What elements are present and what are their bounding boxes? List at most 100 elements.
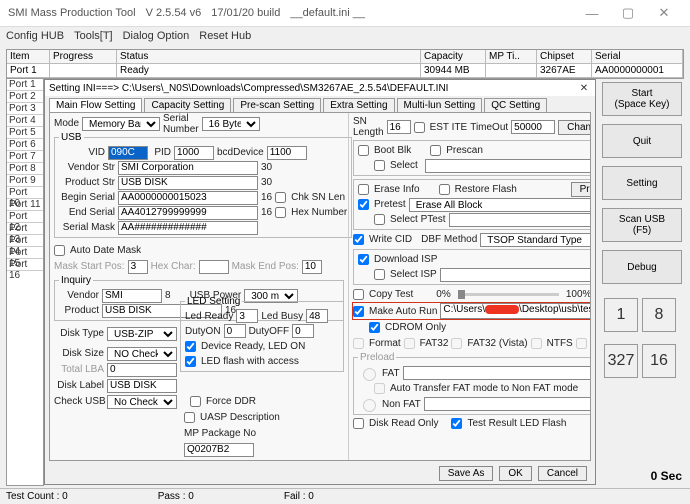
col-mptime[interactable]: MP Ti.. (486, 50, 537, 64)
mode-select[interactable]: Memory Bar (82, 117, 160, 131)
list-item[interactable]: Port 5 (7, 127, 43, 139)
scan-usb-button[interactable]: Scan USB (F5) (602, 208, 682, 242)
dbf-select[interactable]: TSOP Standard Type (480, 233, 591, 247)
tab-extra[interactable]: Extra Setting (323, 98, 394, 112)
auto-date-mask-checkbox[interactable] (54, 245, 65, 256)
timeout-field[interactable] (511, 120, 555, 134)
copy-test-slider[interactable] (458, 293, 559, 296)
select-isp-checkbox[interactable] (374, 269, 385, 280)
pid-field[interactable] (174, 146, 214, 160)
tab-main-flow[interactable]: Main Flow Setting (49, 98, 142, 112)
ok-button[interactable]: OK (499, 466, 531, 481)
write-cid-checkbox[interactable] (353, 234, 364, 245)
list-item[interactable]: Port 7 (7, 151, 43, 163)
menu-tools[interactable]: Tools[T] (74, 30, 113, 42)
menu-dialog-option[interactable]: Dialog Option (123, 30, 190, 42)
list-item[interactable]: Port 11 (7, 199, 43, 211)
uasp-checkbox[interactable] (184, 412, 195, 423)
list-item[interactable]: Port 12 (7, 211, 43, 223)
col-status[interactable]: Status (117, 50, 421, 64)
tab-prescan[interactable]: Pre-scan Setting (233, 98, 321, 112)
led-busy-field[interactable] (306, 309, 328, 323)
autorun-path-field[interactable]: C:\Users\\Desktop\usb\test.iso (440, 303, 591, 319)
autorun-checkbox[interactable] (353, 306, 364, 317)
serial-mask-field[interactable] (118, 221, 258, 235)
erase-info-checkbox[interactable] (358, 184, 369, 195)
list-item[interactable]: Port 14 (7, 235, 43, 247)
inq-vendor-field[interactable] (102, 289, 162, 303)
minimize-button[interactable]: — (574, 3, 610, 23)
end-serial-field[interactable] (118, 206, 258, 220)
cdrom-only-checkbox[interactable] (369, 322, 380, 333)
list-item[interactable]: Port 10 (7, 187, 43, 199)
col-capacity[interactable]: Capacity (421, 50, 486, 64)
est-checkbox[interactable] (414, 122, 425, 133)
led-ready-field[interactable] (236, 309, 258, 323)
cancel-button[interactable]: Cancel (538, 466, 587, 481)
col-progress[interactable]: Progress (50, 50, 117, 64)
product-str-field[interactable] (118, 176, 258, 190)
change-pw-button[interactable]: Change PW (558, 120, 591, 135)
chk-sn-len-checkbox[interactable] (275, 192, 286, 203)
tab-multilun[interactable]: Multi-lun Setting (397, 98, 483, 112)
restore-flash-checkbox[interactable] (439, 184, 450, 195)
tab-qc[interactable]: QC Setting (484, 98, 547, 112)
start-button[interactable]: Start (Space Key) (602, 82, 682, 116)
disk-label-field[interactable] (107, 379, 177, 393)
mask-end-field[interactable] (302, 260, 322, 274)
mp-pkg-field[interactable] (184, 443, 254, 457)
disk-size-select[interactable]: NO Check (107, 347, 177, 361)
select-field[interactable] (425, 159, 591, 173)
menu-config-hub[interactable]: Config HUB (6, 30, 64, 42)
bcd-field[interactable] (267, 146, 307, 160)
begin-serial-field[interactable] (118, 191, 258, 205)
mask-start-field[interactable] (128, 260, 148, 274)
check-usb-select[interactable]: No Check (107, 395, 177, 409)
pretest-opt-button[interactable]: Pretest Opt (571, 182, 591, 197)
list-item[interactable]: Port 13 (7, 223, 43, 235)
boot-blk-checkbox[interactable] (358, 145, 369, 156)
test-led-checkbox[interactable] (451, 418, 462, 429)
list-item[interactable]: Port 3 (7, 103, 43, 115)
hex-number-checkbox[interactable] (275, 207, 286, 218)
vendor-str-field[interactable] (118, 161, 258, 175)
col-chipset[interactable]: Chipset (537, 50, 592, 64)
tab-capacity[interactable]: Capacity Setting (144, 98, 231, 112)
disk-readonly-checkbox[interactable] (353, 418, 364, 429)
force-ddr-checkbox[interactable] (190, 396, 201, 407)
download-isp-checkbox[interactable] (358, 254, 369, 265)
dialog-close-icon[interactable]: ✕ (577, 83, 591, 94)
quit-button[interactable]: Quit (602, 124, 682, 158)
sn-length-field[interactable] (387, 120, 411, 134)
table-row[interactable]: Port 1 (7, 64, 50, 78)
list-item[interactable]: Port 2 (7, 91, 43, 103)
col-serial[interactable]: Serial (592, 50, 683, 64)
list-item[interactable]: Port 15 (7, 247, 43, 259)
duty-on-field[interactable] (224, 324, 246, 338)
list-item[interactable]: Port 9 (7, 175, 43, 187)
copy-test-checkbox[interactable] (353, 289, 364, 300)
save-as-button[interactable]: Save As (439, 466, 494, 481)
list-item[interactable]: Port 1 (7, 79, 43, 91)
select-ptest-checkbox[interactable] (374, 214, 385, 225)
disk-type-select[interactable]: USB-ZIP (107, 327, 177, 341)
menu-reset-hub[interactable]: Reset Hub (199, 30, 251, 42)
maximize-button[interactable]: ▢ (610, 3, 646, 23)
select-isp-field[interactable] (440, 268, 591, 282)
list-item[interactable]: Port 8 (7, 163, 43, 175)
setting-button[interactable]: Setting (602, 166, 682, 200)
pretest-select[interactable]: Erase All Block (409, 198, 591, 212)
col-item[interactable]: Item (7, 50, 50, 64)
prescan-checkbox[interactable] (430, 145, 441, 156)
select-ptest-field[interactable] (449, 213, 591, 227)
close-button[interactable]: ✕ (646, 3, 682, 23)
sn-number-select[interactable]: 16 Bytes (202, 117, 260, 131)
vid-field[interactable] (108, 146, 148, 160)
hex-char-field[interactable] (199, 260, 229, 274)
debug-button[interactable]: Debug (602, 250, 682, 284)
duty-off-field[interactable] (292, 324, 314, 338)
list-item[interactable]: Port 4 (7, 115, 43, 127)
select-checkbox[interactable] (374, 160, 385, 171)
list-item[interactable]: Port 6 (7, 139, 43, 151)
list-item[interactable]: Port 16 (7, 259, 43, 271)
